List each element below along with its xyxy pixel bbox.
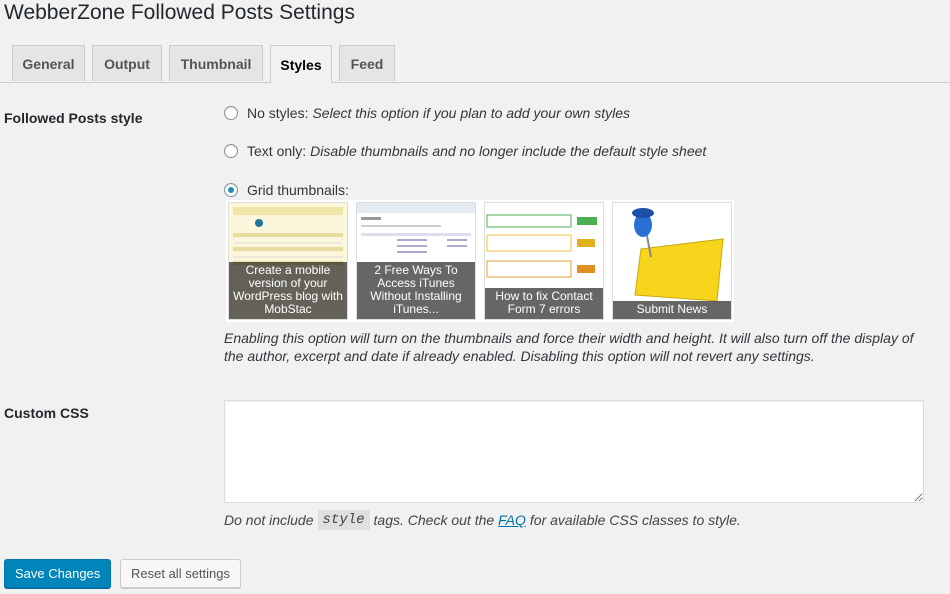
option-no-styles[interactable]: No styles: Select this option if you pla… — [224, 105, 630, 121]
thumbnail-item: 2 Free Ways To Access iTunes Without Ins… — [356, 202, 476, 320]
settings-page: WebberZone Followed Posts Settings Gener… — [0, 0, 950, 594]
thumbnail-caption: 2 Free Ways To Access iTunes Without Ins… — [357, 262, 475, 319]
style-tag-code: style — [317, 510, 370, 530]
reset-settings-button[interactable]: Reset all settings — [120, 559, 241, 588]
thumbnail-item: How to fix Contact Form 7 errors — [484, 202, 604, 320]
help-text: for available CSS classes to style. — [529, 512, 741, 528]
option-label: No styles: — [247, 105, 309, 121]
custom-css-textarea[interactable] — [224, 400, 924, 503]
radio-grid-thumbnails[interactable] — [224, 183, 238, 197]
thumbnail-caption: Create a mobile version of your WordPres… — [229, 262, 347, 319]
radio-text-only[interactable] — [224, 144, 238, 158]
thumbnail-caption: How to fix Contact Form 7 errors — [485, 288, 603, 319]
option-description: Select this option if you plan to add yo… — [312, 105, 630, 121]
tab-styles[interactable]: Styles — [270, 45, 332, 83]
tab-general[interactable]: General — [12, 45, 85, 81]
thumbnail-item: Create a mobile version of your WordPres… — [228, 202, 348, 320]
tab-feed[interactable]: Feed — [339, 45, 395, 81]
thumbnail-caption: Submit News — [613, 301, 731, 319]
page-title: WebberZone Followed Posts Settings — [4, 1, 355, 24]
help-text: Do not include — [224, 512, 314, 528]
help-text: tags. Check out the — [373, 512, 495, 528]
tab-output[interactable]: Output — [92, 45, 162, 81]
followed-posts-style-label: Followed Posts style — [4, 110, 143, 126]
radio-no-styles[interactable] — [224, 106, 238, 120]
option-description: Disable thumbnails and no longer include… — [310, 143, 707, 159]
thumbnail-preview-grid: Create a mobile version of your WordPres… — [226, 200, 734, 322]
option-text-only[interactable]: Text only: Disable thumbnails and no lon… — [224, 143, 706, 159]
option-label: Text only: — [247, 143, 307, 159]
tab-thumbnail[interactable]: Thumbnail — [169, 45, 263, 81]
option-grid-thumbnails[interactable]: Grid thumbnails: — [224, 182, 349, 198]
custom-css-label: Custom CSS — [4, 405, 89, 421]
tab-bar: General Output Thumbnail Styles Feed — [0, 45, 950, 83]
save-changes-button[interactable]: Save Changes — [4, 559, 112, 588]
option-label: Grid thumbnails: — [247, 182, 349, 198]
faq-link[interactable]: FAQ — [498, 512, 526, 528]
grid-thumbnails-description: Enabling this option will turn on the th… — [224, 330, 914, 364]
custom-css-help: Do not include style tags. Check out the… — [224, 510, 741, 530]
thumbnail-item: Submit News — [612, 202, 732, 320]
